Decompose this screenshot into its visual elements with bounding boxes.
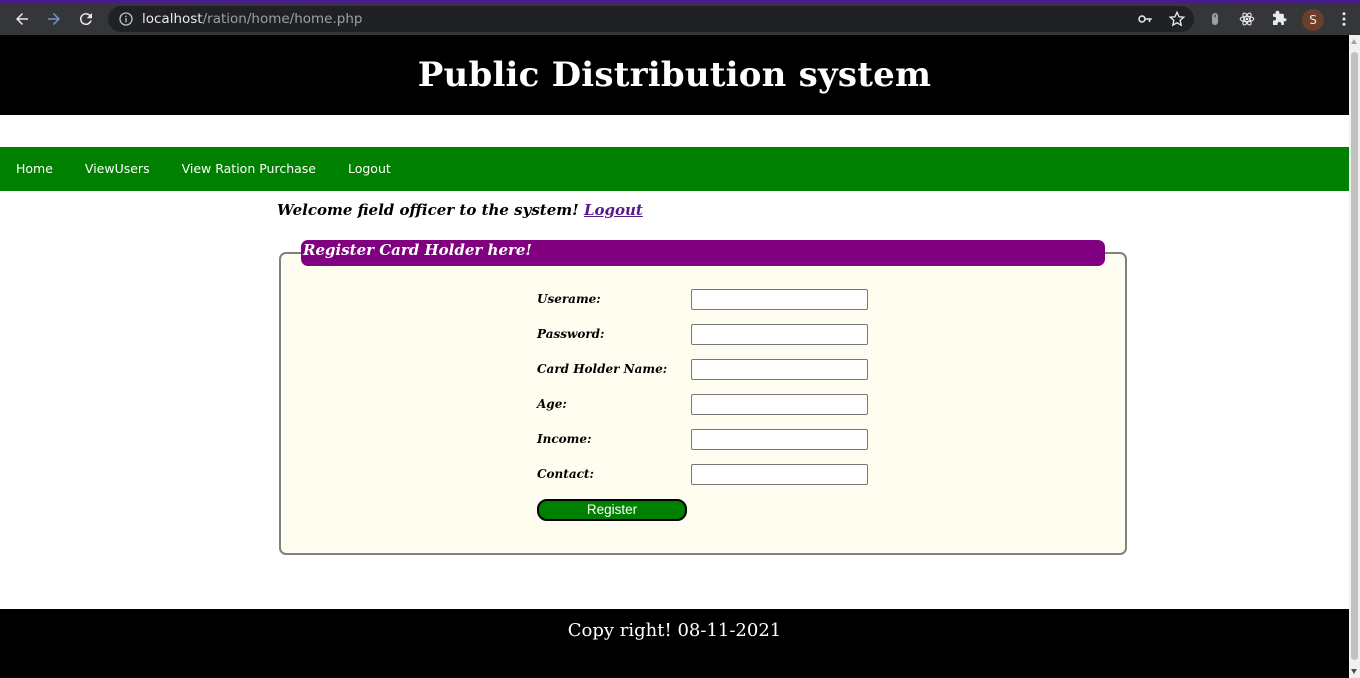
reload-button[interactable] bbox=[70, 3, 102, 35]
arrow-right-icon bbox=[48, 13, 60, 25]
password-input[interactable] bbox=[691, 323, 868, 345]
address-bar[interactable]: localhost/ration/home/home.php bbox=[108, 6, 1194, 32]
card-holder-name-label: Card Holder Name: bbox=[537, 362, 668, 376]
page-viewport: Public Distribution system Home ViewUser… bbox=[0, 35, 1349, 678]
back-button[interactable] bbox=[6, 3, 38, 35]
form-row-contact: Contact: bbox=[537, 463, 868, 485]
menu-item-home[interactable]: Home bbox=[0, 147, 69, 191]
extension-mouse-icon[interactable] bbox=[1205, 9, 1225, 29]
password-label: Password: bbox=[537, 327, 605, 341]
welcome-logout-link[interactable]: Logout bbox=[584, 201, 643, 219]
welcome-text: Welcome field officer to the system! bbox=[277, 201, 579, 219]
scroll-up-icon[interactable] bbox=[1351, 39, 1357, 44]
star-icon[interactable] bbox=[1168, 10, 1186, 28]
menu-item-logout[interactable]: Logout bbox=[332, 147, 407, 191]
contact-input[interactable] bbox=[691, 463, 868, 485]
react-devtools-icon[interactable] bbox=[1237, 9, 1257, 29]
url-text[interactable]: localhost/ration/home/home.php bbox=[142, 11, 362, 27]
site-header: Public Distribution system bbox=[0, 35, 1349, 115]
age-label: Age: bbox=[537, 397, 567, 411]
menu-item-view-users[interactable]: ViewUsers bbox=[69, 147, 166, 191]
scrollbar-thumb[interactable] bbox=[1351, 52, 1358, 660]
profile-avatar[interactable]: S bbox=[1302, 9, 1324, 31]
reload-icon bbox=[79, 13, 92, 26]
menu-item-view-ration-purchase[interactable]: View Ration Purchase bbox=[166, 147, 332, 191]
username-label: Userame: bbox=[537, 292, 601, 306]
form-row-username: Userame: bbox=[537, 288, 868, 310]
url-host: localhost bbox=[142, 11, 203, 27]
site-title: Public Distribution system bbox=[417, 55, 932, 95]
arrow-left-icon bbox=[16, 13, 28, 25]
form-row-income: Income: bbox=[537, 428, 868, 450]
form-row-card-holder-name: Card Holder Name: bbox=[537, 358, 868, 380]
extensions-puzzle-icon[interactable] bbox=[1269, 9, 1289, 29]
url-path: /ration/home/home.php bbox=[202, 11, 363, 27]
register-legend: Register Card Holder here! bbox=[301, 240, 1105, 266]
forward-button[interactable] bbox=[38, 3, 70, 35]
page-scrollbar[interactable] bbox=[1349, 35, 1360, 678]
income-label: Income: bbox=[537, 432, 592, 446]
income-input[interactable] bbox=[691, 428, 868, 450]
menu-kebab-icon[interactable] bbox=[1334, 9, 1354, 29]
register-button[interactable]: Register bbox=[537, 499, 687, 521]
info-icon[interactable] bbox=[118, 11, 134, 27]
main-menu: Home ViewUsers View Ration Purchase Logo… bbox=[0, 147, 1349, 191]
form-row-age: Age: bbox=[537, 393, 868, 415]
site-footer: Copy right! 08-11-2021 bbox=[0, 609, 1349, 678]
contact-label: Contact: bbox=[537, 467, 594, 481]
browser-toolbar: localhost/ration/home/home.php S bbox=[0, 0, 1360, 35]
username-input[interactable] bbox=[691, 288, 868, 310]
card-holder-name-input[interactable] bbox=[691, 358, 868, 380]
welcome-message: Welcome field officer to the system! Log… bbox=[277, 201, 643, 219]
scroll-down-icon[interactable] bbox=[1351, 669, 1357, 674]
copyright-text: Copy right! 08-11-2021 bbox=[567, 620, 782, 641]
form-row-password: Password: bbox=[537, 323, 868, 345]
age-input[interactable] bbox=[691, 393, 868, 415]
key-icon[interactable] bbox=[1136, 10, 1154, 28]
